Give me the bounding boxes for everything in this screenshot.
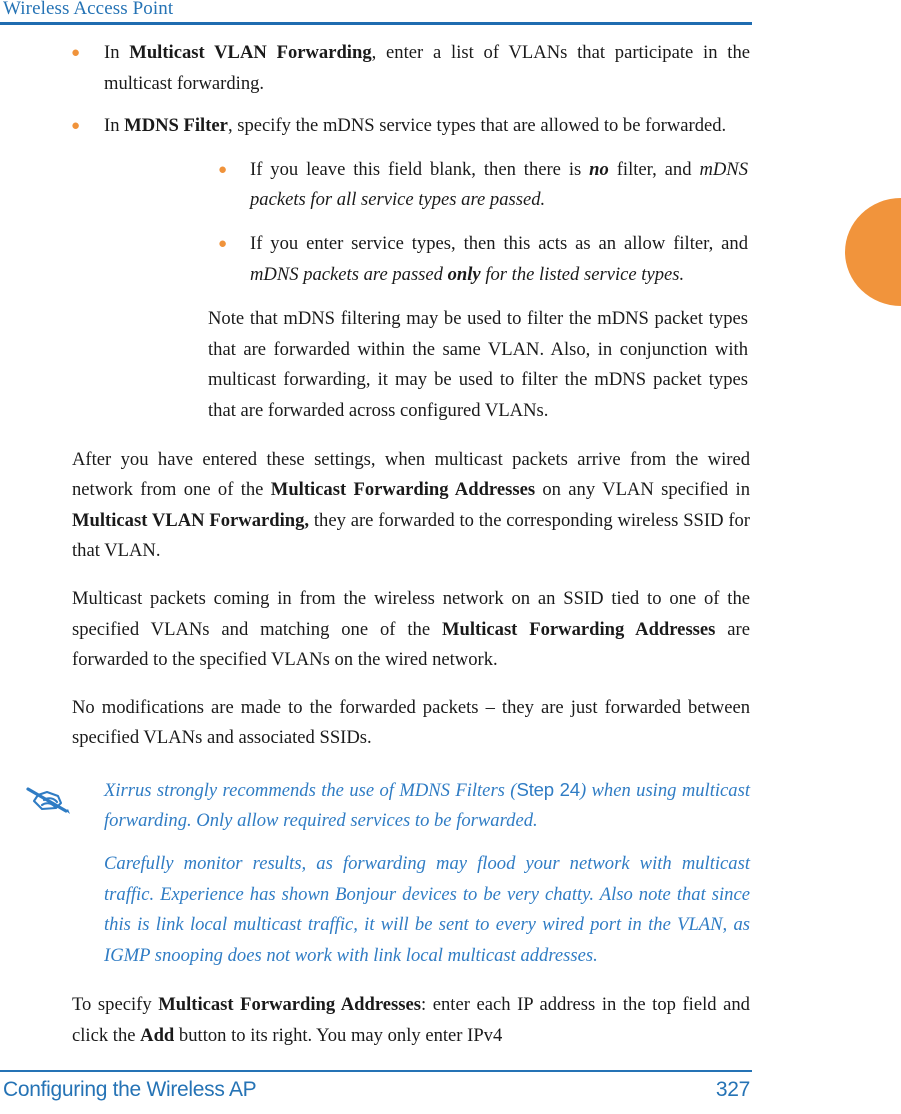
- bullet-text-rest: , specify the mDNS service types that ar…: [227, 115, 727, 137]
- para-part2: on any VLAN specified in: [535, 479, 751, 501]
- subbullet-italic-2: for the listed service types.: [480, 263, 685, 285]
- subbullet-emphasis: only: [447, 263, 481, 285]
- footer-section-title: Configuring the Wireless AP: [3, 1078, 257, 1101]
- note-callout: Xirrus strongly recommends the use of MD…: [0, 775, 752, 972]
- page-content: ● In Multicast VLAN Forwarding, enter a …: [0, 38, 752, 1052]
- secondary-bullet-list: ● If you leave this field blank, then th…: [104, 155, 750, 290]
- para-bold2: Multicast VLAN Forwarding,: [72, 509, 310, 531]
- bullet-dot-icon: ●: [71, 45, 81, 61]
- para-bold2: Add: [140, 1025, 175, 1047]
- primary-bullet-list: ● In Multicast VLAN Forwarding, enter a …: [0, 38, 752, 427]
- bullet-text-lead: In: [104, 42, 130, 63]
- footer-rule: [0, 1070, 752, 1072]
- bullet-text-bold: Multicast VLAN Forwarding: [129, 42, 372, 63]
- note-line-2: Carefully monitor results, as forwarding…: [104, 853, 750, 966]
- paragraph-no-modifications: No modifications are made to the forward…: [72, 696, 750, 749]
- subbullet-part1: If you leave this field blank, then ther…: [250, 158, 590, 180]
- note-step-reference: Step 24: [516, 778, 581, 800]
- bullet-dot-icon: ●: [218, 161, 228, 178]
- para-bold1: Multicast Forwarding Addresses: [158, 994, 421, 1016]
- mdns-filtering-note-paragraph: Note that mDNS filtering may be used to …: [208, 308, 748, 421]
- footer-row: Configuring the Wireless AP 327: [0, 1078, 752, 1102]
- note-part1: Xirrus strongly recommends the use of MD…: [104, 779, 517, 801]
- list-item: ● In Multicast VLAN Forwarding, enter a …: [71, 38, 750, 99]
- note-line-1: Xirrus strongly recommends the use of MD…: [104, 775, 750, 837]
- list-item: ● In MDNS Filter, specify the mDNS servi…: [71, 111, 750, 426]
- bullet-dot-icon: ●: [218, 235, 228, 252]
- subbullet-emphasis: no: [589, 158, 609, 180]
- para-part3: button to its right. You may only enter …: [174, 1025, 503, 1047]
- bullet-text-lead: In: [104, 115, 125, 137]
- subbullet-part1: If you enter service types, then this ac…: [250, 232, 748, 254]
- subbullet-part2: filter, and: [608, 158, 700, 180]
- page-number: 327: [715, 1078, 750, 1101]
- bullet-text-bold: MDNS Filter: [124, 115, 228, 137]
- note-text-body: Xirrus strongly recommends the use of MD…: [104, 775, 750, 972]
- para-part1: To specify: [72, 994, 159, 1016]
- paragraph-specify-addresses: To specify Multicast Forwarding Addresse…: [72, 990, 750, 1051]
- subbullet-italic: mDNS packets are passed: [250, 263, 448, 285]
- header-title: Wireless Access Point: [3, 0, 174, 19]
- paragraph-multicast-arrival: After you have entered these settings, w…: [72, 445, 750, 567]
- list-item: ● If you leave this field blank, then th…: [218, 155, 748, 216]
- para-bold1: Multicast Forwarding Addresses: [270, 479, 536, 501]
- para-bold1: Multicast Forwarding Addresses: [441, 618, 716, 640]
- running-footer: Configuring the Wireless AP 327: [0, 1070, 752, 1114]
- chapter-thumb-tab: [845, 198, 901, 306]
- header-rule: [0, 22, 752, 25]
- paragraph-wireless-ingress: Multicast packets coming in from the wir…: [72, 584, 750, 676]
- note-pencil-icon: [22, 781, 74, 817]
- running-header: Wireless Access Point: [0, 0, 752, 25]
- list-item: ● If you enter service types, then this …: [218, 229, 748, 290]
- document-page: Wireless Access Point ● In Multicast VLA…: [0, 0, 901, 1114]
- bullet-dot-icon: ●: [71, 118, 81, 135]
